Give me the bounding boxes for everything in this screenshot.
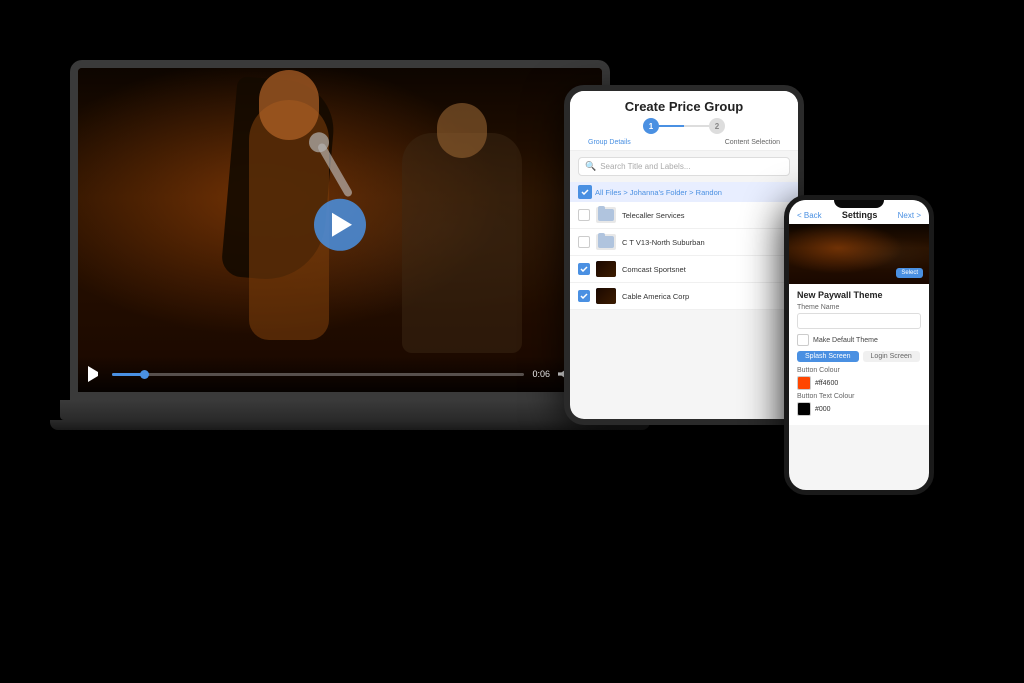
phone-screen: < Back Settings Next > Select New Paywal… bbox=[789, 200, 929, 490]
button-colour-swatch[interactable] bbox=[797, 376, 811, 390]
phone-video-preview: Select bbox=[789, 224, 929, 284]
step-1-label: Group Details bbox=[588, 139, 631, 146]
screen-tab-row: Splash Screen Login Screen bbox=[797, 351, 921, 362]
phone-section-title: New Paywall Theme bbox=[797, 290, 921, 300]
tablet-breadcrumb: All Files > Johanna's Folder > Randon bbox=[570, 182, 798, 202]
tablet-header: Create Price Group 1 2 Group Details Con… bbox=[570, 91, 798, 151]
step-1-number: 1 bbox=[649, 122, 653, 131]
file-checkbox-2[interactable] bbox=[578, 263, 590, 275]
video-icon-3 bbox=[596, 288, 616, 304]
button-text-colour-value: #000 bbox=[815, 406, 831, 413]
folder-icon-1 bbox=[596, 234, 616, 250]
play-button[interactable] bbox=[314, 199, 366, 251]
breadcrumb-checkbox[interactable] bbox=[578, 185, 592, 199]
folder-icon-0 bbox=[596, 207, 616, 223]
step-1-circle: 1 bbox=[643, 118, 659, 134]
theme-name-input[interactable] bbox=[797, 313, 921, 329]
file-name-1: C T V13-North Suburban bbox=[622, 238, 705, 247]
progress-thumb bbox=[140, 370, 149, 379]
video-thumb-3 bbox=[596, 288, 616, 304]
file-name-3: Cable America Corp bbox=[622, 292, 689, 301]
breadcrumb-text: All Files > Johanna's Folder > Randon bbox=[595, 188, 722, 197]
steps-row: 1 2 bbox=[580, 114, 788, 138]
steps-labels: Group Details Content Selection bbox=[580, 139, 788, 146]
step-2-number: 2 bbox=[715, 122, 719, 131]
file-row-1[interactable]: C T V13-North Suburban bbox=[570, 229, 798, 256]
progress-fill bbox=[112, 373, 145, 376]
scene: 0:06 Create Price Group 1 bbox=[0, 0, 1024, 683]
button-colour-value: #ff4600 bbox=[815, 380, 838, 387]
step-connector bbox=[659, 125, 709, 127]
laptop-screen: 0:06 bbox=[70, 60, 610, 400]
file-checkbox-1[interactable] bbox=[578, 236, 590, 248]
button-text-colour-row: #000 bbox=[797, 402, 921, 416]
button-text-colour-label: Button Text Colour bbox=[797, 393, 921, 400]
time-display: 0:06 bbox=[532, 369, 550, 379]
phone-select-button[interactable]: Select bbox=[896, 268, 923, 278]
play-pause-icon[interactable] bbox=[88, 366, 104, 382]
button-colour-row: #ff4600 bbox=[797, 376, 921, 390]
tablet-screen: Create Price Group 1 2 Group Details Con… bbox=[570, 91, 798, 419]
laptop-video-player: 0:06 bbox=[78, 68, 602, 392]
tablet-file-list: Telecaller Services C T V13-North Suburb… bbox=[570, 202, 798, 310]
phone-content: New Paywall Theme Theme Name Make Defaul… bbox=[789, 284, 929, 425]
guitarist-head bbox=[437, 103, 487, 158]
search-icon: 🔍 bbox=[585, 161, 596, 172]
tablet-title: Create Price Group bbox=[580, 99, 788, 114]
file-row-2[interactable]: Comcast Sportsnet bbox=[570, 256, 798, 283]
file-name-2: Comcast Sportsnet bbox=[622, 265, 686, 274]
folder-shape-0 bbox=[598, 209, 614, 221]
laptop-base bbox=[60, 400, 620, 420]
progress-bar[interactable] bbox=[112, 373, 524, 376]
phone-next-button[interactable]: Next > bbox=[898, 211, 921, 220]
video-icon-2 bbox=[596, 261, 616, 277]
search-placeholder: Search Title and Labels... bbox=[600, 162, 690, 171]
file-row-3[interactable]: Cable America Corp bbox=[570, 283, 798, 310]
make-default-checkbox[interactable] bbox=[797, 334, 809, 346]
tablet: Create Price Group 1 2 Group Details Con… bbox=[564, 85, 804, 425]
laptop-foot bbox=[50, 420, 650, 430]
button-colour-label: Button Colour bbox=[797, 367, 921, 374]
make-default-row: Make Default Theme bbox=[797, 334, 921, 346]
step-2-circle: 2 bbox=[709, 118, 725, 134]
phone-header-title: Settings bbox=[842, 210, 878, 220]
video-thumb-2 bbox=[596, 261, 616, 277]
theme-name-label: Theme Name bbox=[797, 304, 921, 311]
phone-back-button[interactable]: < Back bbox=[797, 211, 822, 220]
video-controls-bar: 0:06 bbox=[78, 356, 602, 392]
phone-notch bbox=[834, 200, 884, 208]
login-screen-tab[interactable]: Login Screen bbox=[863, 351, 920, 362]
step-2-label: Content Selection bbox=[725, 139, 780, 146]
laptop: 0:06 bbox=[50, 60, 630, 480]
file-checkbox-0[interactable] bbox=[578, 209, 590, 221]
folder-shape-1 bbox=[598, 236, 614, 248]
file-name-0: Telecaller Services bbox=[622, 211, 685, 220]
phone: < Back Settings Next > Select New Paywal… bbox=[784, 195, 934, 495]
button-text-colour-swatch[interactable] bbox=[797, 402, 811, 416]
file-row-0[interactable]: Telecaller Services bbox=[570, 202, 798, 229]
singer-head bbox=[259, 70, 319, 140]
splash-screen-tab[interactable]: Splash Screen bbox=[797, 351, 859, 362]
make-default-label: Make Default Theme bbox=[813, 337, 878, 344]
tablet-search[interactable]: 🔍 Search Title and Labels... bbox=[578, 157, 790, 176]
play-icon bbox=[332, 213, 352, 237]
guitarist-figure bbox=[402, 133, 522, 353]
file-checkbox-3[interactable] bbox=[578, 290, 590, 302]
